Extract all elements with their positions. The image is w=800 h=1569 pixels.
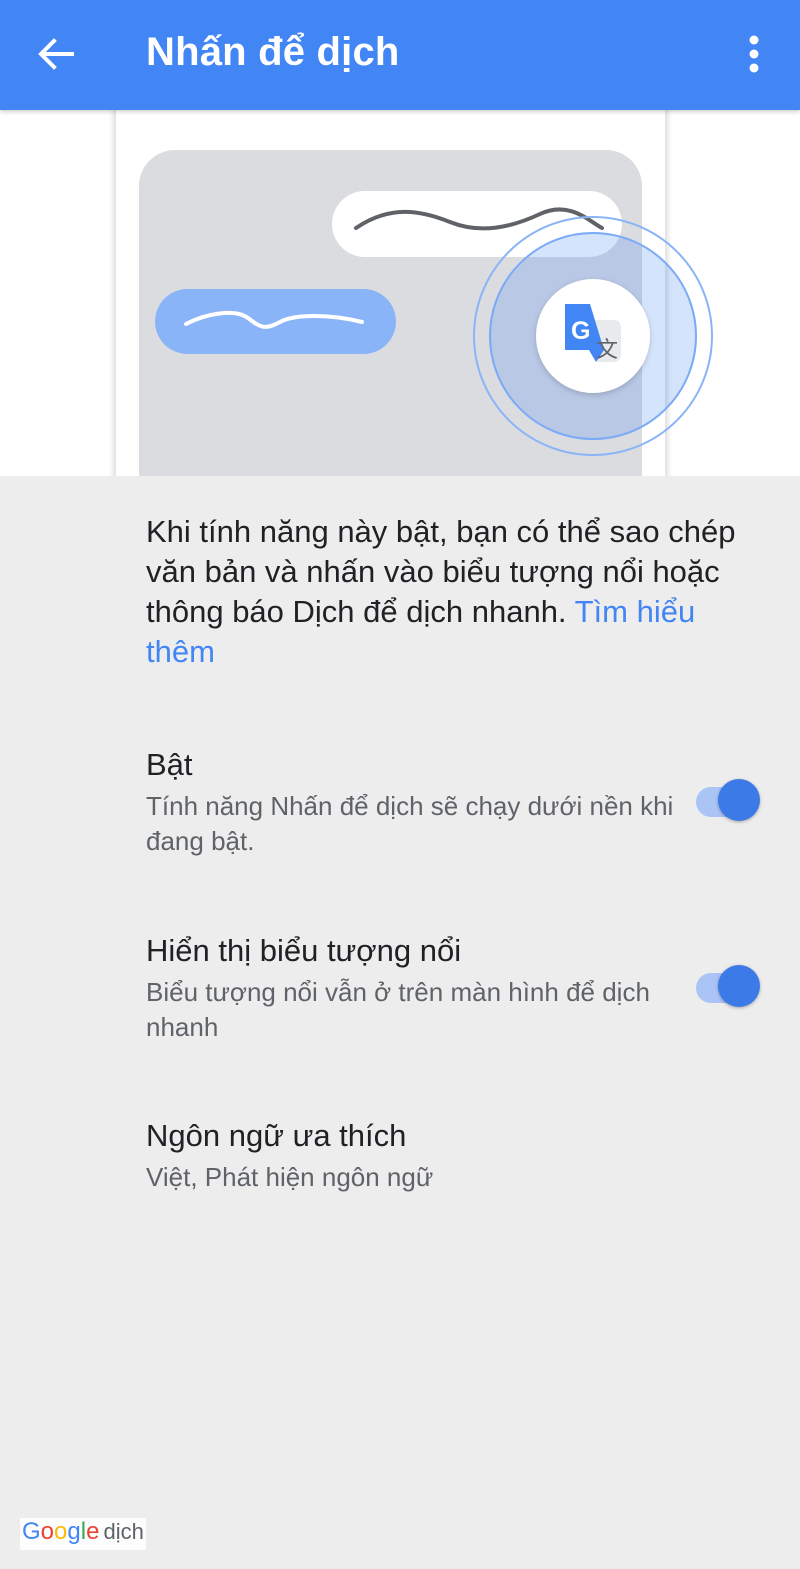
toggle-thumb	[718, 779, 760, 821]
setting-floating-icon-title: Hiển thị biểu tượng nổi	[146, 933, 462, 968]
translate-wen-letter: 文	[596, 338, 618, 363]
more-vert-icon	[749, 35, 759, 73]
translate-g-letter: G	[571, 317, 590, 345]
setting-languages-title: Ngôn ngữ ưa thích	[146, 1118, 407, 1153]
watermark-letter: o	[54, 1518, 68, 1545]
feature-description: Khi tính năng này bật, bạn có thể sao ch…	[146, 512, 771, 672]
page-title: Nhấn để dịch	[146, 30, 400, 74]
app-bar: Nhấn để dịch	[0, 0, 800, 110]
watermark-letter: e	[86, 1518, 100, 1545]
toggle-thumb	[718, 965, 760, 1007]
tap-to-translate-illustration: G 文	[114, 110, 713, 476]
setting-preferred-languages[interactable]: Ngôn ngữ ưa thích Việt, Phát hiện ngôn n…	[146, 1116, 676, 1195]
watermark-letter: o	[40, 1518, 55, 1545]
enable-toggle[interactable]	[694, 779, 762, 823]
watermark-letter: g	[67, 1518, 81, 1545]
hero-illustration: G 文	[0, 110, 800, 476]
setting-enable-title: Bật	[146, 747, 193, 782]
setting-floating-icon[interactable]: Hiển thị biểu tượng nổi Biểu tượng nổi v…	[146, 931, 676, 1045]
arrow-back-icon	[38, 38, 74, 70]
setting-floating-icon-subtitle: Biểu tượng nổi vẫn ở trên màn hình để dị…	[146, 977, 650, 1042]
back-button[interactable]	[22, 22, 90, 86]
floating-icon-toggle[interactable]	[694, 965, 762, 1009]
setting-enable[interactable]: Bật Tính năng Nhấn để dịch sẽ chạy dưới …	[146, 745, 676, 859]
setting-languages-subtitle: Việt, Phát hiện ngôn ngữ	[146, 1162, 434, 1192]
watermark-suffix: dịch	[103, 1519, 144, 1544]
setting-enable-subtitle: Tính năng Nhấn để dịch sẽ chạy dưới nền …	[146, 791, 674, 856]
more-options-button[interactable]	[730, 24, 778, 84]
google-translate-watermark: Go o g l e dịch	[20, 1518, 146, 1550]
watermark-letter: G	[22, 1518, 41, 1545]
